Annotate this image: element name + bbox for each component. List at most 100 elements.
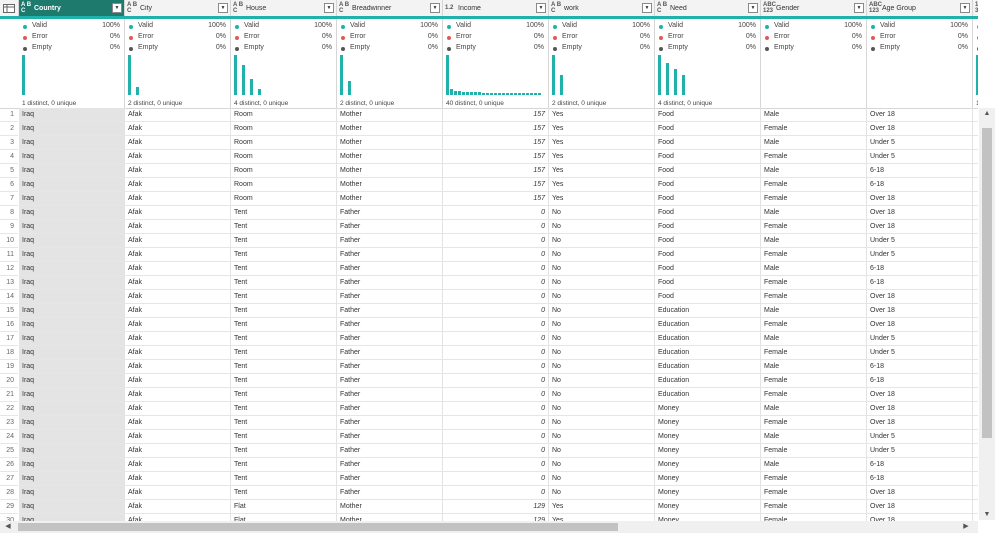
table-cell[interactable]: Yes: [549, 122, 655, 136]
column-header-house[interactable]: A B C House ▼: [231, 0, 337, 16]
table-cell[interactable]: No: [549, 360, 655, 374]
table-cell[interactable]: Food: [655, 150, 761, 164]
table-cell[interactable]: Iraq: [19, 360, 125, 374]
table-cell[interactable]: Father: [337, 346, 443, 360]
row-number[interactable]: 19: [0, 360, 18, 374]
table-cell[interactable]: Afak: [125, 276, 231, 290]
table-cell[interactable]: 0: [443, 346, 549, 360]
table-cell[interactable]: Food: [655, 206, 761, 220]
table-cell[interactable]: Iraq: [19, 430, 125, 444]
table-cell[interactable]: Male: [761, 136, 867, 150]
table-cell[interactable]: [973, 402, 978, 416]
table-cell[interactable]: Male: [761, 402, 867, 416]
table-cell[interactable]: Iraq: [19, 220, 125, 234]
row-number[interactable]: 3: [0, 136, 18, 150]
table-cell[interactable]: No: [549, 374, 655, 388]
row-number[interactable]: 14: [0, 290, 18, 304]
filter-dropdown-icon[interactable]: ▼: [324, 3, 334, 13]
table-cell[interactable]: Father: [337, 206, 443, 220]
table-cell[interactable]: Father: [337, 402, 443, 416]
table-cell[interactable]: [973, 108, 978, 122]
table-cell[interactable]: Tent: [231, 206, 337, 220]
table-cell[interactable]: Flat: [231, 500, 337, 514]
row-number[interactable]: 30: [0, 514, 18, 521]
table-cell[interactable]: Under 5: [867, 136, 973, 150]
table-cell[interactable]: No: [549, 458, 655, 472]
table-cell[interactable]: Iraq: [19, 262, 125, 276]
table-cell[interactable]: Food: [655, 192, 761, 206]
table-cell[interactable]: Education: [655, 332, 761, 346]
table-cell[interactable]: Mother: [337, 150, 443, 164]
table-cell[interactable]: Afak: [125, 458, 231, 472]
table-cell[interactable]: Male: [761, 262, 867, 276]
column-header-extra[interactable]: 1 2 3: [973, 0, 978, 16]
table-cell[interactable]: 157: [443, 192, 549, 206]
table-cell[interactable]: No: [549, 248, 655, 262]
table-cell[interactable]: Afak: [125, 332, 231, 346]
table-cell[interactable]: [973, 444, 978, 458]
table-cell[interactable]: 0: [443, 458, 549, 472]
table-cell[interactable]: Over 18: [867, 108, 973, 122]
table-cell[interactable]: 0: [443, 248, 549, 262]
table-cell[interactable]: Tent: [231, 388, 337, 402]
vertical-scroll-thumb[interactable]: [982, 128, 992, 438]
table-cell[interactable]: Afak: [125, 262, 231, 276]
table-cell[interactable]: Mother: [337, 164, 443, 178]
table-cell[interactable]: Education: [655, 360, 761, 374]
table-cell[interactable]: Mother: [337, 122, 443, 136]
table-cell[interactable]: Over 18: [867, 500, 973, 514]
table-cell[interactable]: Tent: [231, 304, 337, 318]
table-cell[interactable]: 6-18: [867, 360, 973, 374]
table-cell[interactable]: Food: [655, 290, 761, 304]
table-cell[interactable]: Tent: [231, 472, 337, 486]
table-cell[interactable]: Father: [337, 276, 443, 290]
table-cell[interactable]: No: [549, 318, 655, 332]
table-cell[interactable]: Food: [655, 108, 761, 122]
horizontal-scroll-thumb[interactable]: [18, 523, 618, 531]
table-cell[interactable]: Room: [231, 136, 337, 150]
table-cell[interactable]: No: [549, 276, 655, 290]
table-cell[interactable]: 0: [443, 290, 549, 304]
column-type-icon[interactable]: A B C: [339, 2, 352, 14]
table-cell[interactable]: 6-18: [867, 374, 973, 388]
table-cell[interactable]: Over 18: [867, 290, 973, 304]
table-cell[interactable]: Tent: [231, 262, 337, 276]
column-header-age-group[interactable]: ABC 123 Age Group ▼: [867, 0, 973, 16]
table-cell[interactable]: No: [549, 416, 655, 430]
table-cell[interactable]: Tent: [231, 374, 337, 388]
table-cell[interactable]: Money: [655, 416, 761, 430]
table-cell[interactable]: No: [549, 290, 655, 304]
table-cell[interactable]: No: [549, 220, 655, 234]
table-cell[interactable]: [973, 486, 978, 500]
scroll-down-icon[interactable]: ▼: [979, 511, 995, 518]
table-cell[interactable]: Mother: [337, 514, 443, 521]
row-number[interactable]: 27: [0, 472, 18, 486]
row-number[interactable]: 13: [0, 276, 18, 290]
table-cell[interactable]: Food: [655, 178, 761, 192]
table-cell[interactable]: [973, 220, 978, 234]
table-cell[interactable]: Tent: [231, 402, 337, 416]
table-cell[interactable]: [973, 262, 978, 276]
table-cell[interactable]: Over 18: [867, 388, 973, 402]
table-cell[interactable]: [973, 206, 978, 220]
table-cell[interactable]: Iraq: [19, 178, 125, 192]
table-cell[interactable]: Yes: [549, 192, 655, 206]
table-cell[interactable]: Iraq: [19, 472, 125, 486]
table-cell[interactable]: Father: [337, 290, 443, 304]
table-cell[interactable]: Money: [655, 458, 761, 472]
table-cell[interactable]: Mother: [337, 136, 443, 150]
table-cell[interactable]: Female: [761, 150, 867, 164]
table-cell[interactable]: [973, 360, 978, 374]
table-cell[interactable]: Over 18: [867, 486, 973, 500]
table-cell[interactable]: [973, 318, 978, 332]
column-header-breadwinner[interactable]: A B C Breadwinner ▼: [337, 0, 443, 16]
table-cell[interactable]: 0: [443, 444, 549, 458]
row-number[interactable]: 6: [0, 178, 18, 192]
table-cell[interactable]: Female: [761, 486, 867, 500]
table-cell[interactable]: Yes: [549, 178, 655, 192]
table-cell[interactable]: Father: [337, 374, 443, 388]
table-cell[interactable]: Food: [655, 276, 761, 290]
table-cell[interactable]: 0: [443, 318, 549, 332]
table-cell[interactable]: Male: [761, 108, 867, 122]
table-cell[interactable]: 0: [443, 402, 549, 416]
